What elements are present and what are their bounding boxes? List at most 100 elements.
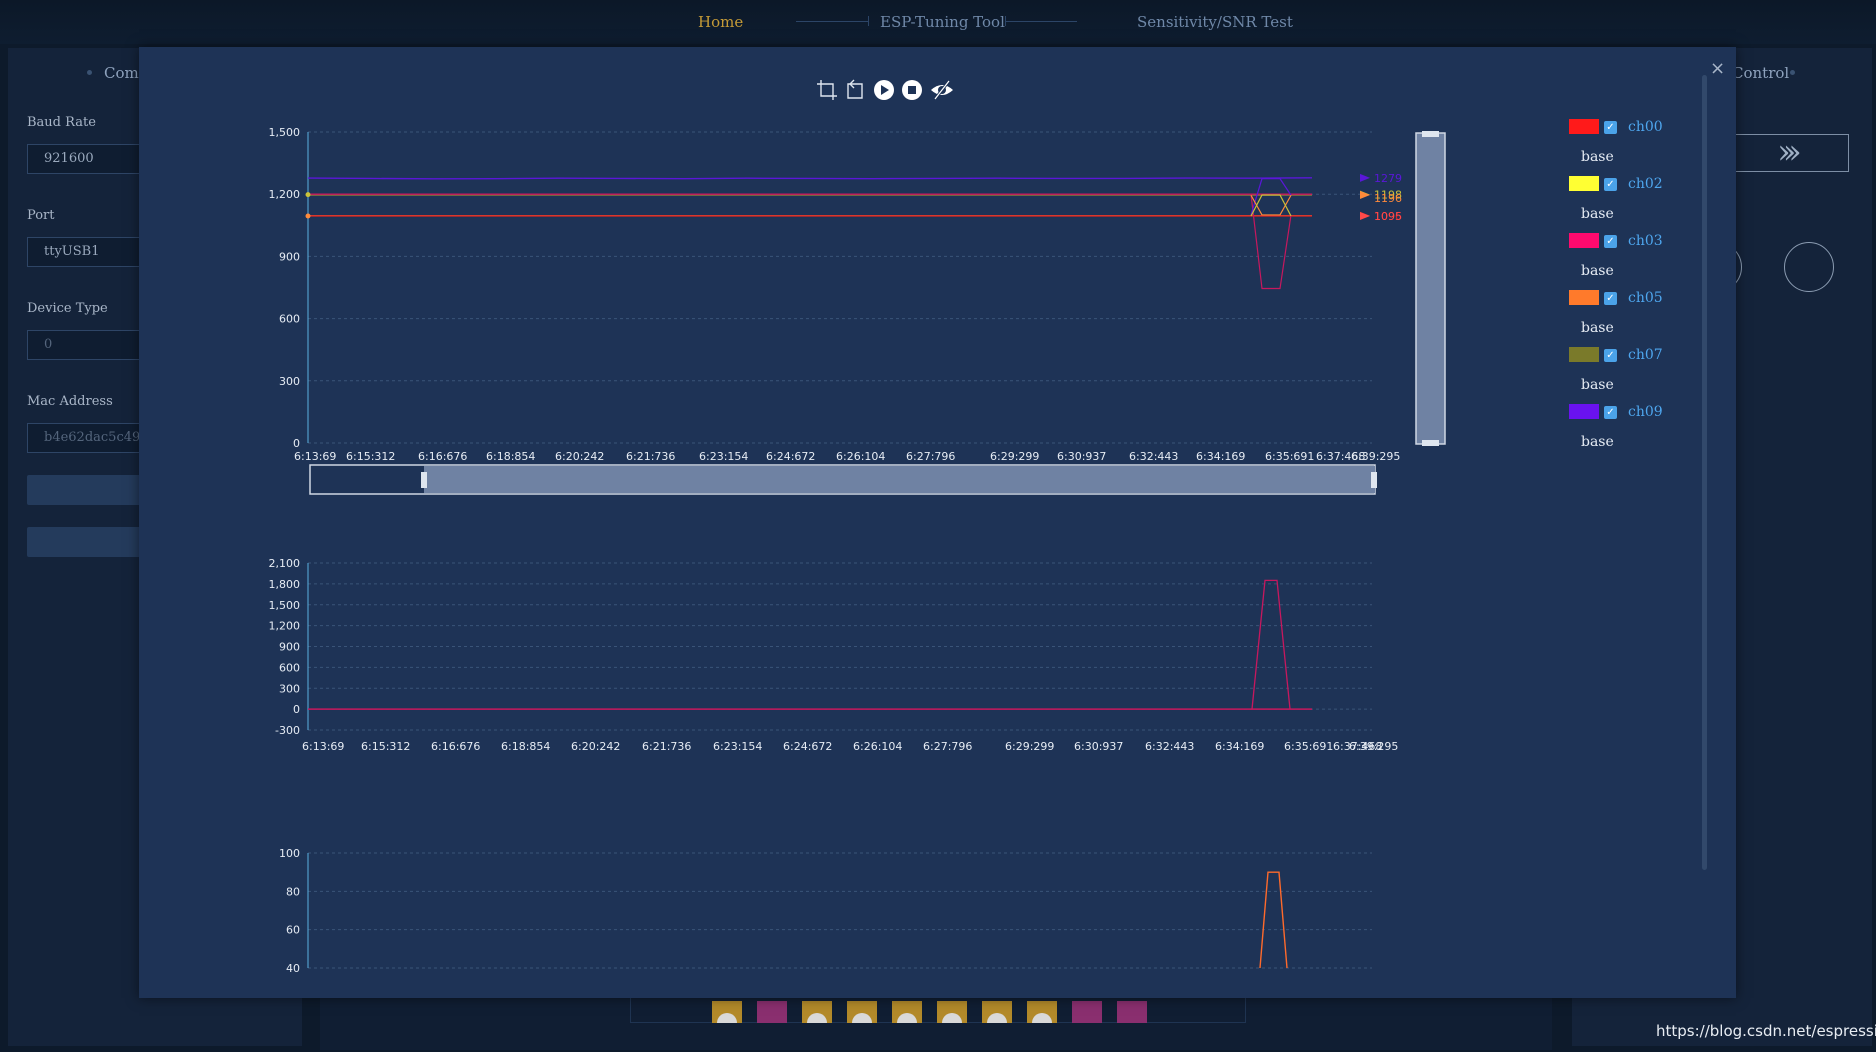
chart-modal: × 0 300 600 900 1,200 1,500 6:13:69 6:15:312 6:1… xyxy=(139,47,1736,998)
legend-item[interactable]: ✓ ch03 base xyxy=(1569,233,1719,289)
spike-line xyxy=(1250,178,1292,216)
legend-label[interactable]: ch03 xyxy=(1628,233,1663,249)
channel-tile[interactable] xyxy=(847,1001,877,1023)
y-tick-label: 40 xyxy=(286,962,300,975)
x-tick-label: 6:32:443 xyxy=(1145,740,1194,753)
nav-esp-tuning-tool[interactable]: ESP-Tuning Tool xyxy=(880,13,1005,31)
checkbox-icon[interactable]: ✓ xyxy=(1604,406,1617,419)
x-tick-label: 6:23:154 xyxy=(713,740,762,753)
x-tick-label: 6:13:69 xyxy=(302,740,344,753)
top-nav: Home ESP-Tuning Tool Sensitivity/SNR Tes… xyxy=(0,0,1876,44)
legend-item[interactable]: ✓ ch05 base xyxy=(1569,290,1719,346)
nav-sensitivity-snr-test[interactable]: Sensitivity/SNR Test xyxy=(1137,13,1293,31)
checkbox-icon[interactable]: ✓ xyxy=(1604,178,1617,191)
channel-tile[interactable] xyxy=(712,1001,742,1023)
x-tick-label: 6:34:169 xyxy=(1196,450,1245,463)
y-tick-label: 1,500 xyxy=(269,599,301,612)
header-dot xyxy=(1790,70,1795,75)
y-tick-label: 1,500 xyxy=(269,126,301,139)
horizontal-slider-handle xyxy=(421,472,427,488)
y-tick-label: 300 xyxy=(279,682,300,695)
vertical-slider-handle xyxy=(1422,440,1439,446)
vertical-zoom-slider xyxy=(1415,132,1446,445)
horizontal-slider-handle xyxy=(1371,472,1377,488)
chart-area[interactable]: 0 300 600 900 1,200 1,500 6:13:69 6:15:312 6:16:… xyxy=(139,47,1736,998)
checkbox-icon[interactable]: ✓ xyxy=(1604,235,1617,248)
x-tick-label: 6:24:672 xyxy=(766,450,815,463)
x-tick-label: 6:32:443 xyxy=(1129,450,1178,463)
x-tick-label: 6:13:69 xyxy=(294,450,336,463)
legend-base-label: base xyxy=(1581,377,1614,393)
nav-home[interactable]: Home xyxy=(698,13,743,31)
series-end-label: 1279 xyxy=(1374,172,1402,185)
x-tick-label: 6:27:796 xyxy=(923,740,972,753)
legend-swatch xyxy=(1569,347,1599,362)
checkbox-icon[interactable]: ✓ xyxy=(1604,121,1617,134)
channel-tile[interactable] xyxy=(937,1001,967,1023)
y-tick-label: 60 xyxy=(286,924,300,937)
horizontal-slider-selection xyxy=(424,466,1375,493)
x-tick-label: 6:39:295 xyxy=(1349,740,1398,753)
x-tick-label: 6:30:937 xyxy=(1057,450,1106,463)
x-tick-label: 6:23:154 xyxy=(699,450,748,463)
x-tick-label: 6:16:676 xyxy=(418,450,467,463)
series-line xyxy=(307,177,1313,180)
series-start-dot xyxy=(305,192,311,198)
legend-base-label: base xyxy=(1581,434,1614,450)
nav-divider xyxy=(1005,21,1077,22)
spike-line xyxy=(1250,194,1292,290)
watermark: https://blog.csdn.net/espressif xyxy=(1656,1022,1876,1040)
legend-base-label: base xyxy=(1581,206,1614,222)
x-tick-label: 6:15:312 xyxy=(346,450,395,463)
legend-label[interactable]: ch07 xyxy=(1628,347,1663,363)
checkbox-icon[interactable]: ✓ xyxy=(1604,349,1617,362)
x-tick-label: 6:15:312 xyxy=(361,740,410,753)
y-tick-label: 900 xyxy=(279,641,300,654)
x-tick-label: 6:26:104 xyxy=(853,740,902,753)
baud-rate-label: Baud Rate xyxy=(27,115,96,130)
legend-label[interactable]: ch09 xyxy=(1628,404,1663,420)
device-type-label: Device Type xyxy=(27,301,108,316)
channel-tile[interactable] xyxy=(802,1001,832,1023)
channel-tile[interactable] xyxy=(892,1001,922,1023)
control-circle[interactable] xyxy=(1784,242,1834,292)
channel-tile[interactable] xyxy=(1072,1001,1102,1023)
x-tick-label: 6:29:299 xyxy=(1005,740,1054,753)
legend-label[interactable]: ch02 xyxy=(1628,176,1663,192)
y-tick-label: 100 xyxy=(279,847,300,860)
x-tick-label: 6:24:672 xyxy=(783,740,832,753)
series-end-label: 1196 xyxy=(1374,192,1402,205)
y-tick-label: 600 xyxy=(279,313,300,326)
y-tick-label: 1,800 xyxy=(269,578,301,591)
y-tick-label: 0 xyxy=(293,703,300,716)
legend-item[interactable]: ✓ ch07 base xyxy=(1569,347,1719,403)
checkbox-icon[interactable]: ✓ xyxy=(1604,292,1617,305)
x-tick-label: 6:34:169 xyxy=(1215,740,1264,753)
y-tick-label: 300 xyxy=(279,375,300,388)
port-label: Port xyxy=(27,208,55,223)
legend-base-label: base xyxy=(1581,263,1614,279)
mac-address-label: Mac Address xyxy=(27,394,113,409)
channel-tile[interactable] xyxy=(1117,1001,1147,1023)
legend-swatch xyxy=(1569,119,1599,134)
legend-label[interactable]: ch00 xyxy=(1628,119,1663,135)
legend-base-label: base xyxy=(1581,320,1614,336)
channel-tile[interactable] xyxy=(757,1001,787,1023)
legend-swatch xyxy=(1569,290,1599,305)
legend-item[interactable]: ✓ ch02 base xyxy=(1569,176,1719,232)
legend-item[interactable]: ✓ ch00 base xyxy=(1569,119,1719,175)
series-line xyxy=(1259,871,1288,969)
channel-tile[interactable] xyxy=(1027,1001,1057,1023)
x-tick-label: 6:21:736 xyxy=(626,450,675,463)
y-tick-label: 600 xyxy=(279,661,300,674)
legend-swatch xyxy=(1569,176,1599,191)
legend-label[interactable]: ch05 xyxy=(1628,290,1663,306)
legend-item[interactable]: ✓ ch09 base xyxy=(1569,404,1719,460)
series-end-arrow xyxy=(1360,173,1370,182)
direction-arrows[interactable]: ››› xyxy=(1722,134,1849,172)
channel-tile[interactable] xyxy=(982,1001,1012,1023)
nav-divider-tick xyxy=(868,16,869,26)
y-tick-label: 1,200 xyxy=(269,188,301,201)
series-end-label: 1095 xyxy=(1374,210,1402,223)
spike-line xyxy=(1251,579,1291,710)
